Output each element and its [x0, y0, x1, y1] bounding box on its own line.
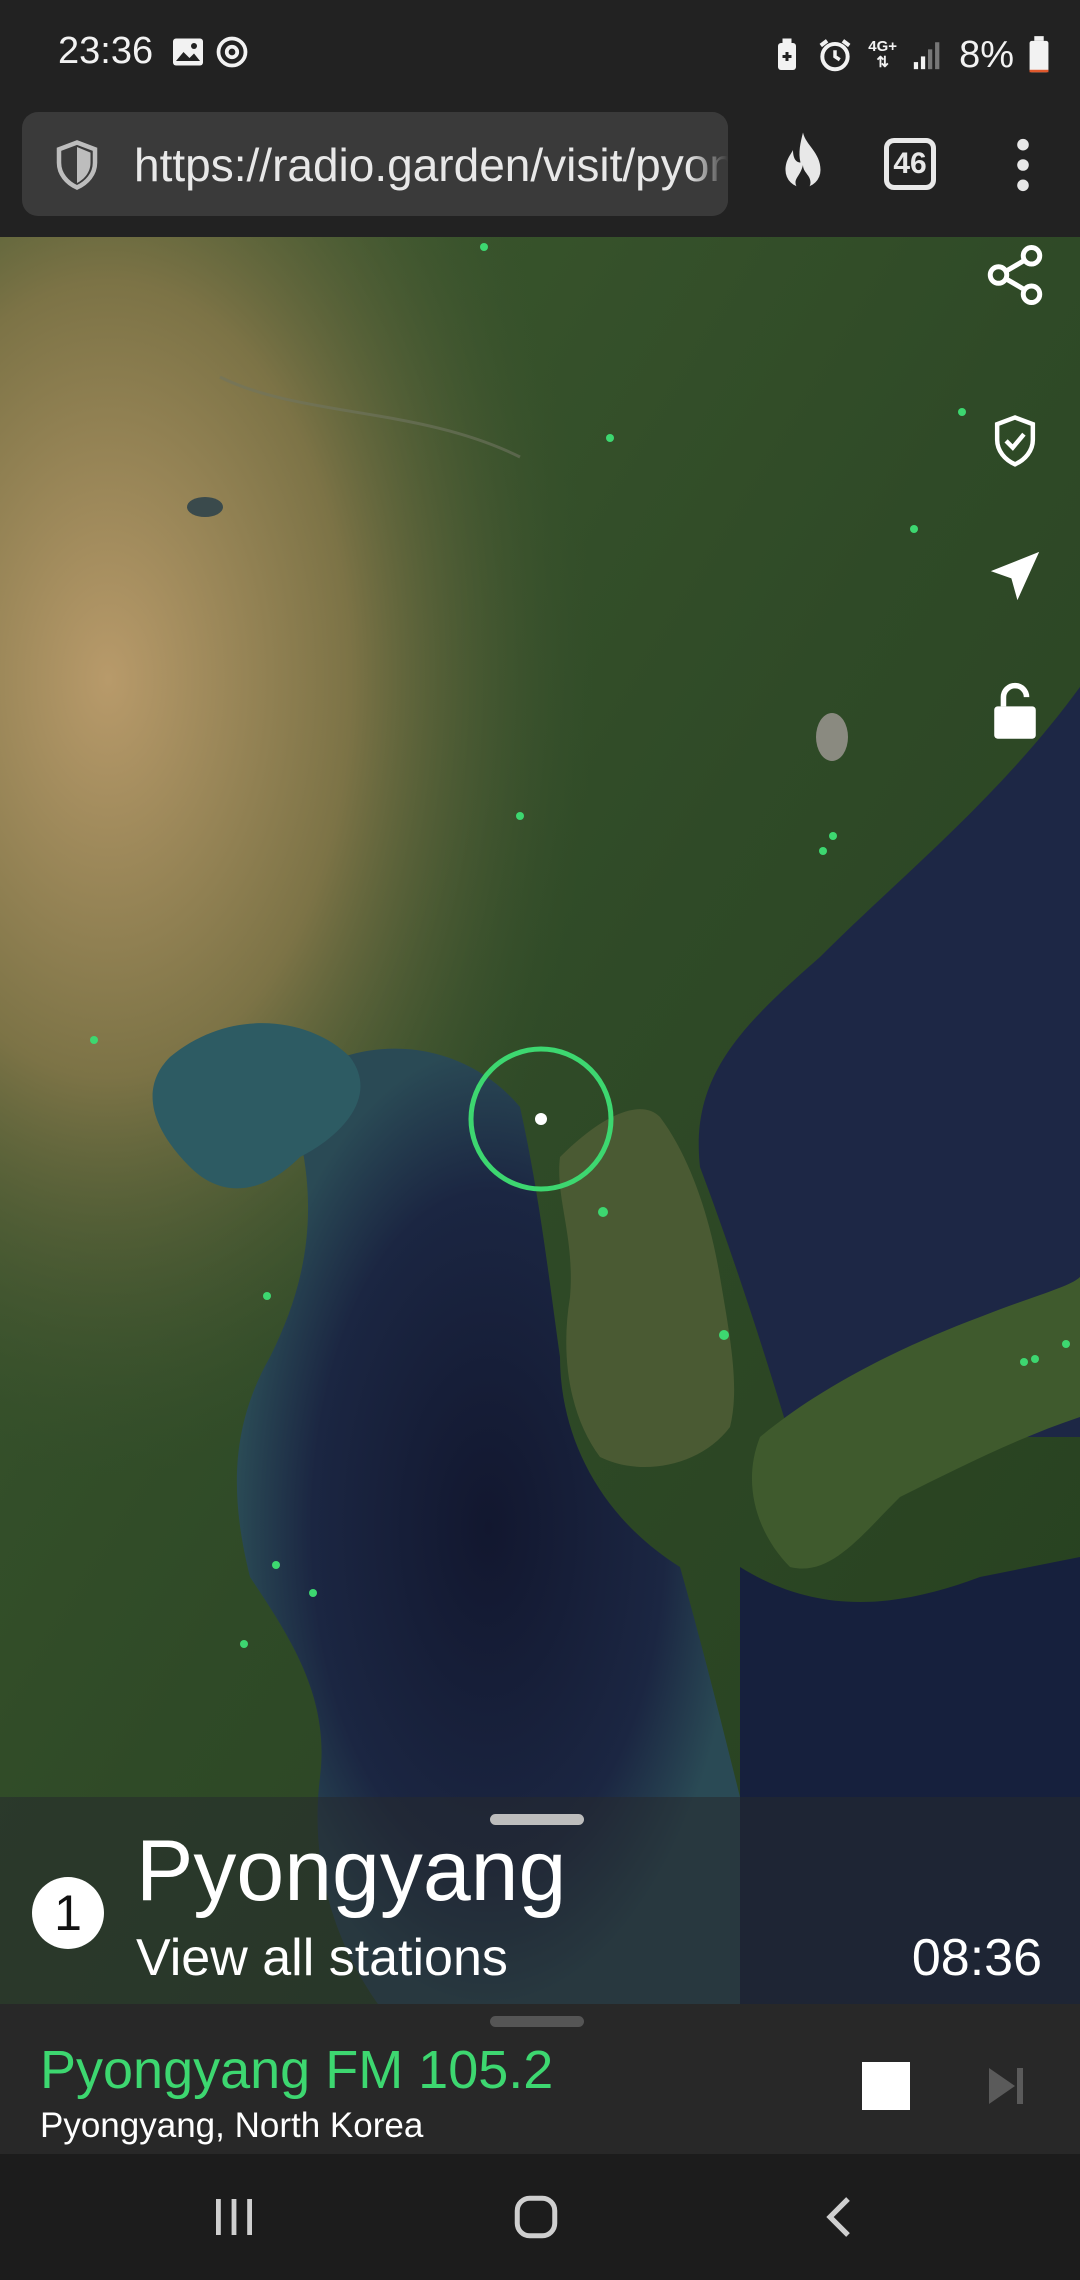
url-text[interactable]: https://radio.garden/visit/pyongyang	[134, 138, 728, 192]
station-dot[interactable]	[719, 1330, 729, 1340]
player-handle[interactable]	[490, 2016, 584, 2027]
station-dot[interactable]	[1062, 1340, 1070, 1348]
lake	[816, 713, 848, 761]
shield-check-icon[interactable]	[987, 413, 1043, 471]
local-time: 08:36	[911, 1929, 1042, 1987]
stop-icon[interactable]	[862, 2062, 910, 2110]
fire-icon[interactable]	[772, 130, 834, 200]
view-all-stations-link[interactable]: View all stations	[136, 1932, 508, 1984]
recent-apps-icon[interactable]	[210, 2195, 258, 2239]
locate-button[interactable]	[975, 536, 1055, 616]
skip-next-icon[interactable]	[980, 2062, 1030, 2110]
more-vert-icon[interactable]	[1008, 136, 1038, 194]
recent-apps-button[interactable]	[174, 2154, 294, 2280]
lake	[187, 497, 223, 517]
tab-count: 46	[893, 147, 927, 180]
station-dot[interactable]	[829, 832, 837, 840]
station-dot[interactable]	[1020, 1358, 1028, 1366]
station-name[interactable]: Pyongyang FM 105.2	[40, 2043, 553, 2097]
home-button[interactable]	[476, 2154, 596, 2280]
share-button[interactable]	[975, 237, 1055, 315]
home-icon[interactable]	[511, 2192, 561, 2242]
station-dot[interactable]	[1031, 1355, 1039, 1363]
tabs-icon[interactable]: 46	[884, 138, 936, 190]
station-dot[interactable]	[480, 243, 488, 251]
browser-toolbar: https://radio.garden/visit/pyongyang 46	[0, 110, 1080, 237]
system-nav-bar	[0, 2154, 1080, 2280]
status-right-group: 4G+ ⇅ 8%	[772, 30, 1050, 80]
navigation-icon[interactable]	[986, 547, 1044, 605]
city-title[interactable]: Pyongyang	[136, 1828, 566, 1914]
station-dot[interactable]	[263, 1292, 271, 1300]
alarm-icon	[819, 39, 851, 72]
station-dot[interactable]	[606, 434, 614, 442]
station-dot[interactable]	[910, 525, 918, 533]
share-icon[interactable]	[982, 242, 1048, 308]
status-time: 23:36	[58, 30, 154, 72]
globe-map[interactable]	[0, 237, 1080, 2007]
network-arrows: ⇅	[876, 54, 889, 71]
station-dot[interactable]	[598, 1207, 608, 1217]
url-fade	[688, 112, 728, 216]
city-badge: 1	[32, 1877, 104, 1949]
gallery-icon	[173, 38, 203, 66]
signal-icon	[913, 42, 940, 70]
city-badge-number: 1	[54, 1885, 82, 1941]
station-dot[interactable]	[516, 812, 524, 820]
battery-saver-icon	[778, 38, 797, 70]
network-label: 4G+	[868, 38, 898, 55]
status-bar: 23:36 4G+ ⇅ 8%	[0, 0, 1080, 110]
privacy-button[interactable]	[975, 402, 1055, 482]
network-4g-icon: 4G+ ⇅	[868, 39, 897, 71]
satellite-map[interactable]	[0, 237, 1080, 2007]
battery-percent: 8%	[959, 33, 1014, 76]
station-dot[interactable]	[240, 1640, 248, 1648]
unlock-icon[interactable]	[991, 681, 1039, 741]
station-dot[interactable]	[309, 1589, 317, 1597]
shield-icon[interactable]	[50, 138, 104, 192]
lock-button[interactable]	[975, 671, 1055, 751]
back-button[interactable]	[780, 2154, 900, 2280]
address-bar[interactable]: https://radio.garden/visit/pyongyang	[22, 112, 728, 216]
station-dot[interactable]	[272, 1561, 280, 1569]
station-dot[interactable]	[819, 847, 827, 855]
station-location: Pyongyang, North Korea	[40, 2106, 424, 2145]
station-dot[interactable]	[958, 408, 966, 416]
selected-station-dot[interactable]	[535, 1113, 547, 1125]
sync-icon	[216, 36, 248, 68]
back-icon[interactable]	[820, 2193, 860, 2241]
battery-icon	[1029, 36, 1049, 73]
station-dot[interactable]	[90, 1036, 98, 1044]
